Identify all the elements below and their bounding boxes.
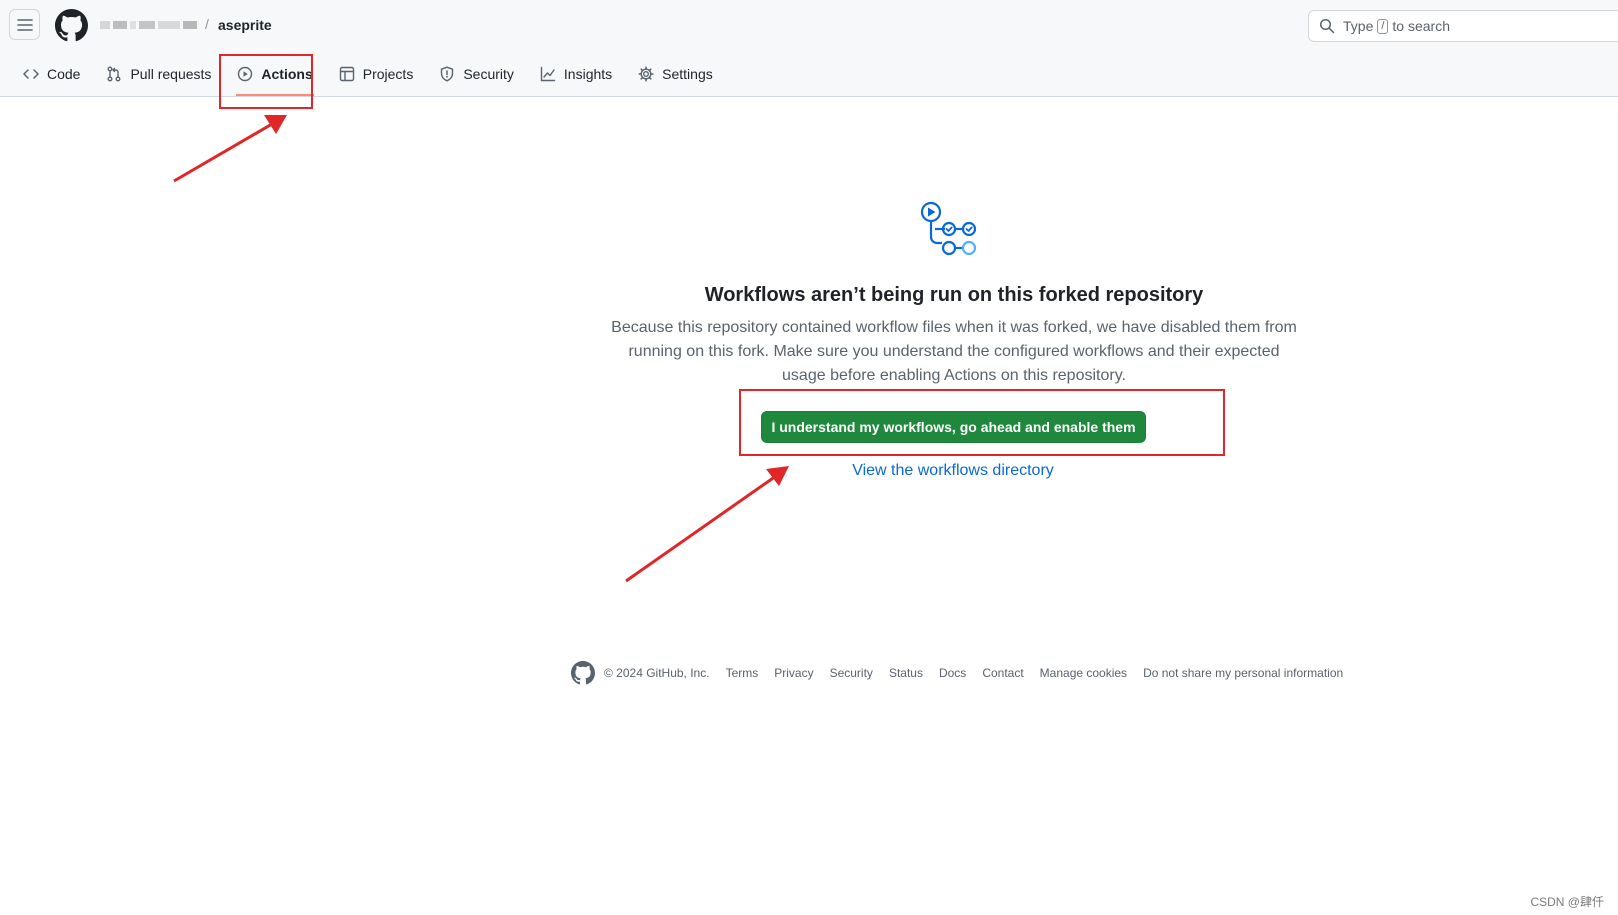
- tab-pull-requests[interactable]: Pull requests: [97, 58, 220, 90]
- breadcrumb-separator: /: [205, 16, 209, 32]
- csdn-watermark: CSDN @肆仟: [1530, 895, 1604, 909]
- footer-link-contact[interactable]: Contact: [982, 666, 1023, 680]
- github-mark-icon[interactable]: [571, 661, 595, 685]
- repo-name-link[interactable]: aseprite: [218, 17, 272, 33]
- tab-insights[interactable]: Insights: [531, 58, 621, 90]
- search-placeholder-prefix: Type: [1343, 18, 1374, 34]
- github-logo-icon[interactable]: [55, 9, 88, 42]
- footer-link-docs[interactable]: Docs: [939, 666, 966, 680]
- footer-link-privacy[interactable]: Privacy: [774, 666, 813, 680]
- tab-label: Code: [47, 66, 81, 82]
- shield-icon: [441, 66, 454, 82]
- git-pull-request-icon: [107, 66, 121, 82]
- annotation-arrow-to-button: [625, 466, 789, 583]
- footer-link-do-not-share[interactable]: Do not share my personal information: [1143, 666, 1343, 680]
- workflows-directory-link[interactable]: View the workflows directory: [760, 462, 1146, 480]
- tab-code[interactable]: Code: [14, 58, 89, 90]
- search-icon: [1319, 18, 1335, 34]
- workflow-illustration-icon: [920, 201, 977, 256]
- gear-icon: [638, 66, 654, 82]
- graph-icon: [540, 66, 556, 82]
- code-icon: [23, 69, 39, 79]
- annotation-arrow-to-actions: [173, 115, 287, 183]
- tab-settings[interactable]: Settings: [629, 58, 722, 90]
- annotation-arrows: [173, 115, 789, 583]
- annotation-box-enable-button: [739, 389, 1225, 456]
- blankslate-heading: Workflows aren’t being run on this forke…: [704, 284, 1204, 306]
- hamburger-menu-button[interactable]: [9, 9, 40, 40]
- footer-link-terms[interactable]: Terms: [726, 666, 759, 680]
- tab-label: Insights: [563, 66, 613, 82]
- tab-label: Pull requests: [130, 66, 212, 82]
- tab-label: Settings: [662, 66, 713, 82]
- search-input[interactable]: Type / to search: [1308, 10, 1618, 42]
- footer-link-security[interactable]: Security: [830, 666, 873, 680]
- footer-link-manage-cookies[interactable]: Manage cookies: [1040, 666, 1127, 680]
- tab-projects[interactable]: Projects: [330, 58, 423, 90]
- three-bars-icon: [16, 18, 33, 31]
- owner-name-redacted[interactable]: [100, 17, 200, 33]
- search-placeholder-suffix: to search: [1392, 18, 1451, 34]
- site-footer: © 2024 GitHub, Inc. Terms Privacy Securi…: [571, 661, 1343, 685]
- tab-security[interactable]: Security: [430, 58, 523, 90]
- blankslate-description: Because this repository contained workfl…: [611, 319, 1297, 384]
- tab-label: Projects: [362, 66, 414, 82]
- repo-tab-nav: Code Pull requests Actions Projects Secu…: [14, 58, 730, 96]
- footer-copyright: © 2024 GitHub, Inc.: [604, 666, 710, 680]
- table-icon: [339, 66, 354, 82]
- annotation-box-actions-tab: [219, 54, 313, 109]
- footer-link-status[interactable]: Status: [889, 666, 923, 680]
- search-shortcut-key: /: [1377, 18, 1389, 34]
- tab-label: Security: [463, 66, 514, 82]
